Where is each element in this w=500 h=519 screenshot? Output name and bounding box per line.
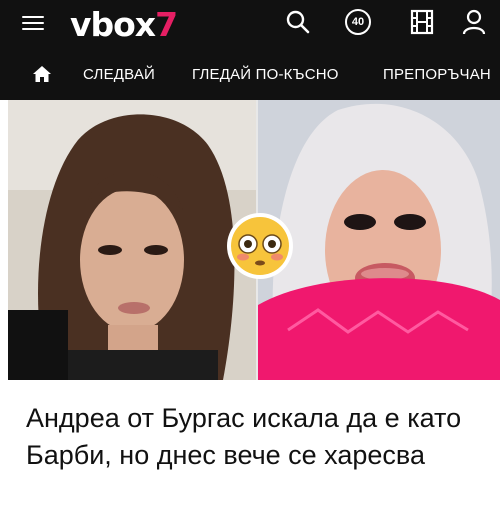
notifications-badge-icon[interactable]: 40 — [345, 9, 371, 35]
hamburger-menu-icon[interactable] — [22, 12, 44, 34]
flushed-face-emoji-icon — [227, 213, 293, 279]
nav-bar: СЛЕДВАЙ ГЛЕДАЙ ПО-КЪСНО ПРЕПОРЪЧАН — [0, 50, 500, 100]
search-icon[interactable] — [285, 9, 311, 35]
home-icon[interactable] — [32, 65, 52, 83]
article-thumbnail[interactable] — [8, 100, 500, 380]
logo-accent: 7 — [155, 5, 178, 44]
film-icon[interactable] — [410, 9, 434, 35]
vbox7-logo[interactable]: vbox7 — [70, 5, 178, 44]
user-icon[interactable] — [462, 9, 486, 35]
top-bar: vbox7 40 — [0, 0, 500, 50]
after-photo — [258, 100, 500, 380]
notification-count: 40 — [351, 16, 365, 28]
nav-item-follow[interactable]: СЛЕДВАЙ — [83, 66, 155, 83]
nav-item-watch-later[interactable]: ГЛЕДАЙ ПО-КЪСНО — [192, 66, 339, 83]
nav-item-recommended[interactable]: ПРЕПОРЪЧАН — [383, 66, 491, 83]
before-photo — [8, 100, 256, 380]
logo-text: vbox — [70, 5, 156, 44]
article-headline[interactable]: Андреа от Бургас искала да е като Барби,… — [26, 400, 486, 474]
